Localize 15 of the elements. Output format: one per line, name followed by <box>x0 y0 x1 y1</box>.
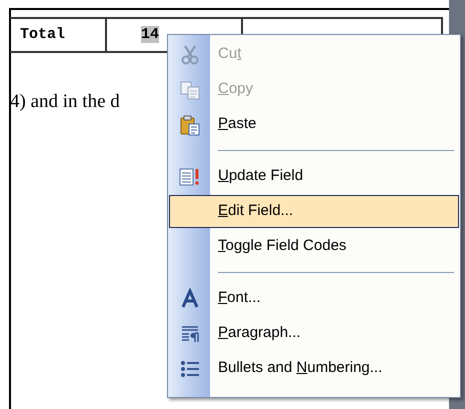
scissors-icon <box>179 44 201 66</box>
field-value: 14 <box>141 26 160 43</box>
menu-item[interactable]: Edit Field... <box>169 195 459 228</box>
body-text: 4) and in the d <box>10 90 120 114</box>
menu-item[interactable]: Toggle Field Codes <box>169 230 459 263</box>
menu-item[interactable]: Font... <box>169 282 459 315</box>
document-exclamation-icon <box>178 166 202 188</box>
clipboard-icon <box>179 114 201 136</box>
menu-item[interactable]: Bullets and Numbering... <box>169 352 459 385</box>
letter-icon <box>180 288 200 310</box>
menu-item[interactable]: Update Field <box>169 160 459 193</box>
menu-item[interactable]: Paste <box>169 108 459 141</box>
menu-item[interactable]: Paragraph... <box>169 317 459 350</box>
copy-icon <box>179 78 201 100</box>
table-cell: Total <box>10 18 106 52</box>
